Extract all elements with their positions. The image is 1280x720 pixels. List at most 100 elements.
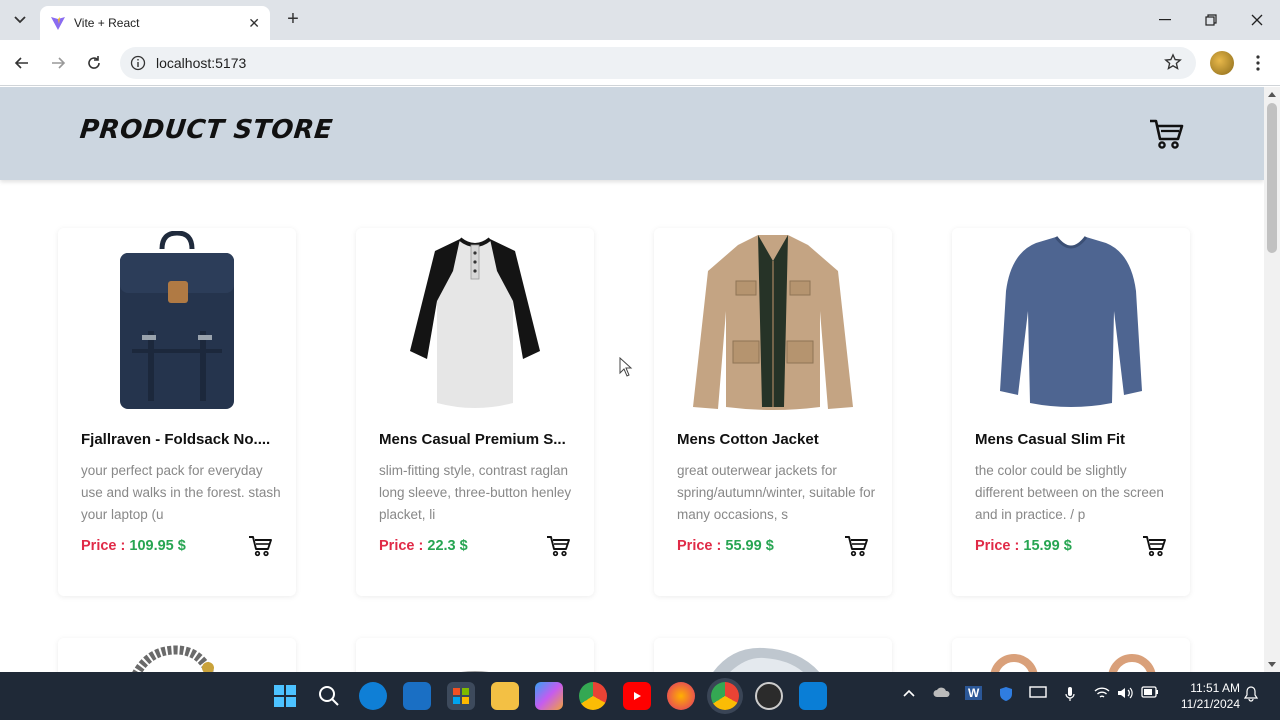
display-icon[interactable] <box>1029 686 1047 703</box>
bracelet-icon <box>132 645 214 672</box>
file-explorer-icon[interactable] <box>491 682 519 710</box>
new-tab-icon[interactable]: + <box>282 8 304 30</box>
product-description: your perfect pack for everyday use and w… <box>81 463 281 522</box>
microphone-icon[interactable] <box>1064 686 1076 705</box>
product-price: Price : 109.95 $ <box>81 538 186 554</box>
backpack-icon <box>120 230 234 409</box>
tray-chevron-icon[interactable] <box>903 686 915 700</box>
product-card[interactable]: Fjallraven - Foldsack No.... your perfec… <box>58 228 296 596</box>
product-card[interactable]: Mens Casual Slim Fit the color could be … <box>952 228 1190 596</box>
product-card[interactable]: Mens Casual Premium S... slim-fitting st… <box>356 228 594 596</box>
jacket-icon <box>693 234 853 410</box>
header-cart-icon[interactable] <box>1148 117 1184 151</box>
product-name[interactable]: Mens Cotton Jacket <box>677 431 819 448</box>
url-text: localhost:5173 <box>156 55 247 71</box>
product-image[interactable] <box>952 228 1190 413</box>
chrome-icon[interactable] <box>579 682 607 710</box>
bookmark-star-icon[interactable] <box>1164 53 1182 71</box>
scroll-thumb[interactable] <box>1267 103 1277 253</box>
page-scrollbar[interactable] <box>1264 87 1280 672</box>
address-bar[interactable]: localhost:5173 <box>120 47 1196 79</box>
add-to-cart-icon[interactable] <box>844 535 868 557</box>
product-card[interactable] <box>654 638 892 672</box>
battery-icon[interactable] <box>1141 686 1159 701</box>
profile-avatar[interactable] <box>1210 51 1234 75</box>
browser-toolbar: localhost:5173 <box>0 40 1280 86</box>
wifi-icon[interactable] <box>1094 686 1110 703</box>
product-price: Price : 15.99 $ <box>975 538 1072 554</box>
product-name[interactable]: Mens Casual Slim Fit <box>975 431 1125 448</box>
price-value: 55.99 $ <box>725 538 774 554</box>
product-description: slim-fitting style, contrast raglan long… <box>379 463 572 522</box>
edge-icon[interactable] <box>359 682 387 710</box>
site-info-icon[interactable] <box>130 55 146 71</box>
price-label: Price : <box>379 538 424 554</box>
os-taskbar: W 11:51 AM 11/21/2024 <box>0 672 1280 720</box>
henley-shirt-icon <box>410 236 540 408</box>
browser-menu-icon[interactable] <box>1250 51 1266 75</box>
restore-icon[interactable] <box>1196 8 1226 32</box>
browser-tab-bar: Vite + React ✕ + <box>0 0 1280 40</box>
tab-title: Vite + React <box>74 16 140 30</box>
product-image[interactable] <box>654 228 892 413</box>
chrome-active-icon[interactable] <box>711 682 739 710</box>
firefox-icon[interactable] <box>667 682 695 710</box>
product-price: Price : 55.99 $ <box>677 538 774 554</box>
product-name[interactable]: Mens Casual Premium S... <box>379 431 566 448</box>
minimize-icon[interactable] <box>1150 8 1180 32</box>
store-header: PRODUCT STORE <box>0 87 1264 180</box>
copilot-icon[interactable] <box>535 682 563 710</box>
mouse-cursor-icon <box>619 357 633 377</box>
earrings-icon <box>990 654 1156 672</box>
product-description: great outerwear jackets for spring/autum… <box>677 463 876 522</box>
clock-time: 11:51 AM <box>1190 681 1240 695</box>
scroll-down-icon[interactable] <box>1268 662 1276 667</box>
system-clock[interactable]: 11:51 AM 11/21/2024 <box>1170 680 1240 712</box>
volume-icon[interactable] <box>1117 686 1135 703</box>
product-description: the color could be slightly different be… <box>975 463 1164 522</box>
add-to-cart-icon[interactable] <box>546 535 570 557</box>
page-viewport: PRODUCT STORE Fjallraven - Foldsack No..… <box>0 87 1264 672</box>
clock-date: 11/21/2024 <box>1180 697 1240 711</box>
price-label: Price : <box>677 538 722 554</box>
price-label: Price : <box>81 538 126 554</box>
defender-icon[interactable] <box>998 686 1014 705</box>
product-card[interactable] <box>58 638 296 672</box>
youtube-icon[interactable] <box>623 682 651 710</box>
product-image[interactable] <box>58 228 296 413</box>
store-brand[interactable]: PRODUCT STORE <box>78 115 334 145</box>
outlook-icon[interactable] <box>403 682 431 710</box>
search-icon[interactable] <box>315 682 343 710</box>
hard-drive-icon <box>461 671 489 672</box>
back-icon[interactable] <box>10 51 34 75</box>
scroll-up-icon[interactable] <box>1268 92 1276 97</box>
notification-bell-icon[interactable] <box>1243 686 1259 705</box>
product-name[interactable]: Fjallraven - Foldsack No.... <box>81 431 270 448</box>
active-tab[interactable]: Vite + React ✕ <box>40 6 270 40</box>
add-to-cart-icon[interactable] <box>248 535 272 557</box>
tab-search-icon[interactable] <box>8 8 32 32</box>
price-value: 109.95 $ <box>129 538 186 554</box>
add-to-cart-icon[interactable] <box>1142 535 1166 557</box>
product-card[interactable]: Mens Cotton Jacket great outerwear jacke… <box>654 228 892 596</box>
reload-icon[interactable] <box>82 51 106 75</box>
obs-icon[interactable] <box>755 682 783 710</box>
vscode-icon[interactable] <box>799 682 827 710</box>
price-value: 15.99 $ <box>1023 538 1072 554</box>
close-window-icon[interactable] <box>1242 8 1272 32</box>
vite-favicon-icon <box>51 17 65 30</box>
word-tray-icon[interactable]: W <box>965 686 983 700</box>
product-image[interactable] <box>356 228 594 413</box>
store-app-icon[interactable] <box>447 682 475 710</box>
forward-icon[interactable] <box>46 51 70 75</box>
price-label: Price : <box>975 538 1020 554</box>
long-sleeve-shirt-icon <box>1000 235 1142 407</box>
ring-icon <box>713 647 820 672</box>
windows-start-icon[interactable] <box>271 682 299 710</box>
onedrive-icon[interactable] <box>933 686 951 701</box>
product-card[interactable] <box>952 638 1190 672</box>
price-value: 22.3 $ <box>427 538 468 554</box>
product-price: Price : 22.3 $ <box>379 538 468 554</box>
product-card[interactable] <box>356 638 594 672</box>
tab-close-icon[interactable]: ✕ <box>248 15 260 32</box>
